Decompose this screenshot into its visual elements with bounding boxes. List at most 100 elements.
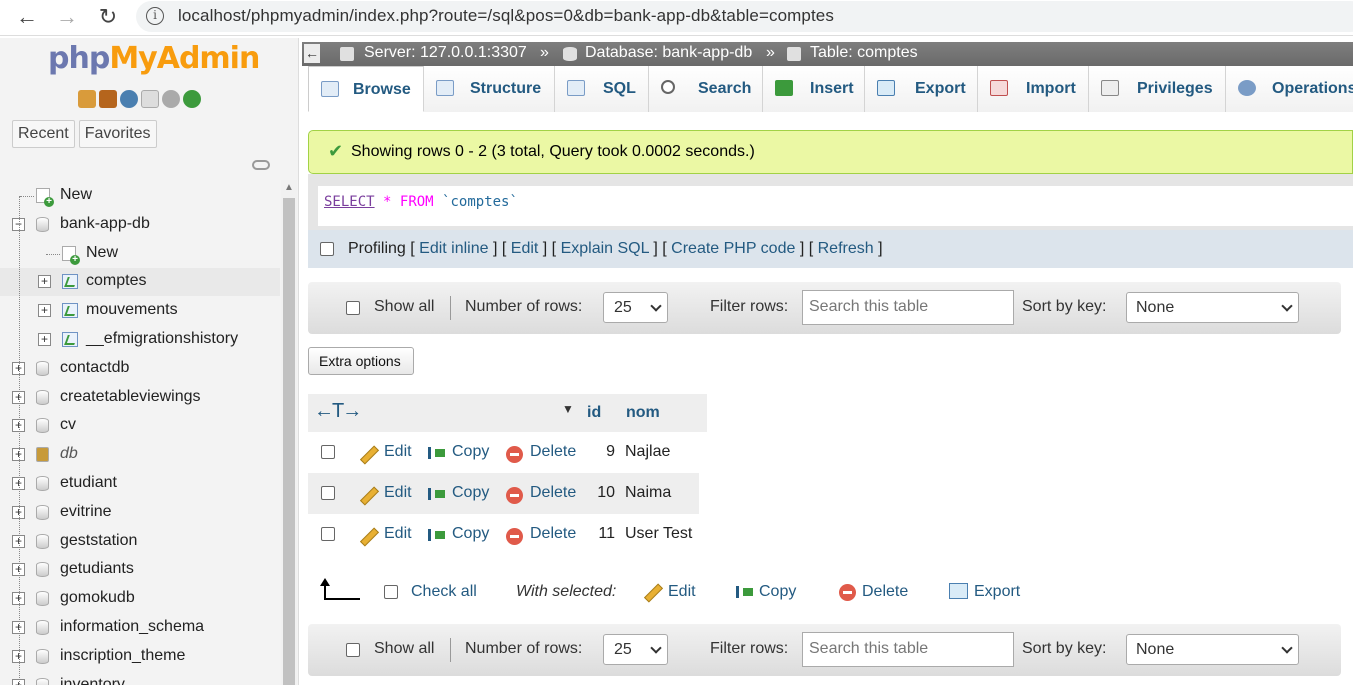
database-icon[interactable] [36,591,49,607]
tree-item[interactable]: New [0,240,280,268]
tree-item-label[interactable]: contactdb [60,359,129,377]
show-all-checkbox[interactable] [346,301,360,315]
database-icon[interactable] [36,533,49,549]
link-with-main-icon[interactable] [252,160,270,170]
column-header-nom[interactable]: nom [626,404,660,422]
show-all-checkbox[interactable] [346,643,360,657]
docs-icon[interactable] [141,90,159,108]
profiling-checkbox[interactable] [320,242,334,256]
recent-tab[interactable]: Recent [12,120,75,148]
expand-icon[interactable]: + [38,304,51,318]
filter-rows-input[interactable]: Search this table [802,290,1014,325]
new-item-icon[interactable] [36,188,54,207]
tab-browse[interactable]: Browse [308,66,424,112]
row-edit-button[interactable]: Edit [384,525,412,543]
database-icon[interactable] [36,418,49,434]
tab-export[interactable]: Export [865,66,978,112]
tree-item[interactable]: + cv [0,412,280,440]
scrollbar-thumb[interactable] [283,198,295,685]
tab-sql[interactable]: SQL [555,66,649,112]
tree-item-label[interactable]: inscription_theme [60,647,185,665]
expand-icon[interactable]: + [38,333,51,346]
tree-item-label[interactable]: db [60,445,78,463]
database-special-icon[interactable] [36,447,49,463]
home-icon[interactable] [78,90,96,108]
expand-icon[interactable]: + [38,275,51,289]
tree-item[interactable]: + etudiant [0,470,280,498]
filter-rows-input[interactable]: Search this table [802,632,1014,667]
row-edit-button[interactable]: Edit [384,443,412,461]
tree-item-label[interactable]: cv [60,416,76,434]
edit-inline-link[interactable]: Edit inline [419,240,488,257]
check-all-checkbox[interactable] [384,585,398,599]
database-icon[interactable] [36,360,49,376]
column-resize-arrows-icon[interactable]: ←T→ [314,400,362,423]
address-bar[interactable]: i localhost/phpmyadmin/index.php?route=/… [136,1,1353,32]
tree-item-label[interactable]: getudiants [60,560,134,578]
tree-item[interactable]: + inventory [0,672,280,685]
table-icon[interactable] [62,274,78,290]
help-icon[interactable] [120,90,138,108]
row-copy-button[interactable]: Copy [452,525,489,543]
table-icon[interactable] [62,332,78,347]
tab-privileges[interactable]: Privileges [1089,66,1226,112]
row-checkbox[interactable] [321,445,335,459]
sql-query-text[interactable]: SELECT * FROM `comptes` [324,194,1353,210]
sort-triangle-icon[interactable]: ▼ [562,402,574,416]
breadcrumb-server[interactable]: Server: 127.0.0.1:3307 [364,44,527,62]
tree-item[interactable]: + db [0,441,280,469]
tree-item-label[interactable]: __efmigrationshistory [86,330,238,348]
check-all-label[interactable]: Check all [411,583,477,601]
database-icon[interactable] [36,562,49,578]
tree-item-label[interactable]: New [86,244,118,262]
database-icon[interactable] [36,677,49,685]
collapse-nav-icon[interactable]: ← [304,44,320,63]
tree-item[interactable]: + mouvements [0,297,280,325]
tree-item[interactable]: + information_schema [0,614,280,642]
tree-item[interactable]: + inscription_theme [0,643,280,671]
tree-item-label[interactable]: mouvements [86,301,178,319]
bulk-copy-button[interactable]: Copy [759,583,796,601]
tab-structure[interactable]: Structure [424,66,555,112]
tab-search[interactable]: Search [649,66,763,112]
row-copy-button[interactable]: Copy [452,443,489,461]
refresh-link[interactable]: Refresh [818,240,874,257]
number-of-rows-select[interactable]: 25 [603,634,668,665]
tree-item-label[interactable]: bank-app-db [60,215,150,233]
tree-item-label[interactable]: New [60,186,92,204]
url-text[interactable]: localhost/phpmyadmin/index.php?route=/sq… [178,6,834,26]
tree-item[interactable]: + evitrine [0,499,280,527]
tree-item-label[interactable]: createtableviewings [60,388,201,406]
database-icon[interactable] [36,504,49,520]
explain-sql-link[interactable]: Explain SQL [561,240,649,257]
tree-item-label[interactable]: information_schema [60,618,204,636]
edit-link[interactable]: Edit [511,240,539,257]
bulk-export-button[interactable]: Export [974,583,1020,601]
favorites-tab[interactable]: Favorites [78,120,157,148]
tree-item[interactable]: + __efmigrationshistory [0,326,280,354]
create-php-code-link[interactable]: Create PHP code [671,240,795,257]
tree-item[interactable]: New [0,182,280,210]
sql-keyword-select[interactable]: SELECT [324,194,375,210]
tab-insert[interactable]: Insert [763,66,865,112]
tree-item-label[interactable]: geststation [60,532,137,550]
site-info-icon[interactable]: i [146,7,164,25]
column-header-id[interactable]: id [587,404,601,422]
tree-item[interactable]: + createtableviewings [0,384,280,412]
show-all-label[interactable]: Show all [374,298,434,316]
new-item-icon[interactable] [62,245,80,265]
bulk-edit-button[interactable]: Edit [668,583,696,601]
sort-by-key-select[interactable]: None [1126,292,1299,323]
row-delete-button[interactable]: Delete [530,525,576,543]
table-icon[interactable] [62,303,78,319]
database-icon[interactable] [36,476,49,491]
row-edit-button[interactable]: Edit [384,484,412,502]
tab-operations[interactable]: Operations [1226,66,1353,112]
bulk-delete-button[interactable]: Delete [862,583,908,601]
extra-options-button[interactable]: Extra options [308,347,414,375]
row-delete-button[interactable]: Delete [530,484,576,502]
back-arrow-icon[interactable]: ← [12,2,42,32]
number-of-rows-select[interactable]: 25 [603,292,668,323]
sort-by-key-select[interactable]: None [1126,634,1299,665]
tab-import[interactable]: Import [978,66,1089,112]
